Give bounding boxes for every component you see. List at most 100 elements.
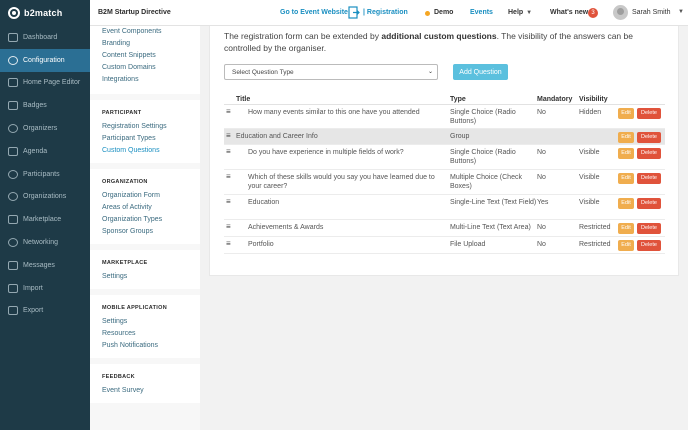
- badge-icon: [8, 101, 18, 111]
- column-header-visibility: Visibility: [579, 92, 618, 105]
- column-header-title: Title: [236, 92, 450, 105]
- table-row: ≡ Which of these skills would you say yo…: [224, 169, 665, 195]
- import-icon: [8, 283, 18, 293]
- sidebar-item-agenda[interactable]: Agenda: [0, 140, 90, 163]
- subnav-link-resources[interactable]: Resources: [102, 328, 200, 340]
- sidebar-item-label: Export: [23, 307, 44, 315]
- row-actions: Edit Delete: [618, 236, 665, 254]
- drag-handle-icon[interactable]: ≡: [224, 144, 236, 170]
- drag-handle-icon[interactable]: ≡: [224, 236, 236, 254]
- sidebar-item-label: Marketplace: [23, 216, 62, 224]
- participants-icon: [8, 169, 18, 179]
- question-title: Achievements & Awards: [236, 219, 450, 237]
- subnav-link-organization-types[interactable]: Organization Types: [102, 214, 200, 226]
- edit-button[interactable]: Edit: [618, 147, 634, 159]
- edit-button[interactable]: Edit: [618, 172, 634, 184]
- question-type: Single-Line Text (Text Field): [450, 194, 537, 220]
- events-link[interactable]: Events: [470, 9, 493, 16]
- configuration-icon: [8, 55, 18, 65]
- user-name[interactable]: Sarah Smith: [632, 9, 671, 16]
- sidebar-item-home-page-editor[interactable]: Home Page Editor: [0, 72, 90, 95]
- chevron-down-icon: ⌄: [427, 69, 433, 75]
- subnav-link-content-snippets[interactable]: Content Snippets: [102, 50, 200, 62]
- select-placeholder: Select Question Type: [232, 68, 294, 76]
- subnav-link-mobile-settings[interactable]: Settings: [102, 316, 200, 328]
- sidebar-item-participants[interactable]: Participants: [0, 163, 90, 186]
- add-question-button[interactable]: Add Question: [453, 64, 508, 80]
- sidebar-item-configuration[interactable]: Configuration: [0, 48, 90, 72]
- drag-handle-icon[interactable]: ≡: [224, 169, 236, 195]
- event-website-link[interactable]: Go to Event Website: [280, 9, 348, 16]
- sidebar-item-label: Messages: [23, 261, 55, 269]
- intro-prefix: The registration form can be extended by: [224, 31, 382, 41]
- sidebar-item-organizers[interactable]: Organizers: [0, 117, 90, 140]
- globe-icon: [8, 192, 18, 202]
- drag-handle-icon[interactable]: ≡: [224, 128, 236, 145]
- b2match-logo-icon: [8, 7, 20, 19]
- question-title: Do you have experience in multiple field…: [236, 144, 450, 170]
- delete-button[interactable]: Delete: [637, 172, 661, 184]
- delete-button[interactable]: Delete: [637, 147, 661, 159]
- edit-button[interactable]: Edit: [618, 239, 634, 251]
- sidebar-item-marketplace[interactable]: Marketplace: [0, 208, 90, 231]
- sidebar-item-organizations[interactable]: Organizations: [0, 186, 90, 209]
- question-type: Multiple Choice (Check Boxes): [450, 169, 537, 195]
- drag-handle-icon[interactable]: ≡: [224, 104, 236, 129]
- subnav-section-title: ORGANIZATION: [102, 179, 148, 185]
- logo[interactable]: b2match: [0, 0, 90, 26]
- row-actions: Edit Delete: [618, 169, 665, 195]
- subnav-section-title: MARKETPLACE: [102, 260, 148, 266]
- avatar[interactable]: [613, 5, 628, 20]
- sidebar-item-badges[interactable]: Badges: [0, 94, 90, 117]
- sidebar-item-messages[interactable]: Messages: [0, 254, 90, 277]
- delete-button[interactable]: Delete: [637, 222, 661, 234]
- subnav-link-event-components[interactable]: Event Components: [102, 26, 200, 38]
- subnav-link-areas-of-activity[interactable]: Areas of Activity: [102, 202, 200, 214]
- edit-button[interactable]: Edit: [618, 197, 634, 209]
- logo-text: b2match: [24, 8, 63, 18]
- question-mandatory: No: [537, 236, 579, 254]
- question-visibility: Restricted: [579, 236, 618, 254]
- edit-button[interactable]: Edit: [618, 131, 634, 143]
- edit-button[interactable]: Edit: [618, 222, 634, 234]
- delete-button[interactable]: Delete: [637, 131, 661, 143]
- subnav-link-custom-questions[interactable]: Custom Questions: [102, 145, 200, 157]
- question-mandatory: Yes: [537, 194, 579, 220]
- sidebar-item-networking[interactable]: Networking: [0, 231, 90, 254]
- subnav-link-marketplace-settings[interactable]: Settings: [102, 271, 200, 283]
- edit-button[interactable]: Edit: [618, 107, 634, 119]
- networking-icon: [8, 238, 18, 248]
- chevron-down-icon[interactable]: ▼: [678, 9, 684, 15]
- drag-handle-icon[interactable]: ≡: [224, 194, 236, 220]
- subnav-link-integrations[interactable]: Integrations: [102, 74, 200, 86]
- sidebar-item-dashboard[interactable]: Dashboard: [0, 26, 90, 49]
- delete-button[interactable]: Delete: [637, 107, 661, 119]
- subnav-section-title: FEEDBACK: [102, 374, 135, 380]
- sidebar-item-import[interactable]: Import: [0, 277, 90, 300]
- question-type-select[interactable]: Select Question Type ⌄: [224, 64, 438, 80]
- subnav-link-registration-settings[interactable]: Registration Settings: [102, 121, 200, 133]
- subnav-link-participant-types[interactable]: Participant Types: [102, 133, 200, 145]
- subnav-link-sponsor-groups[interactable]: Sponsor Groups: [102, 226, 200, 238]
- whats-new-link[interactable]: What's new: [550, 9, 588, 16]
- subnav-link-branding[interactable]: Branding: [102, 38, 200, 50]
- sidebar-item-label: Configuration: [23, 56, 65, 64]
- table-row: ≡ Portfolio File Upload No Restricted Ed…: [224, 236, 665, 254]
- delete-button[interactable]: Delete: [637, 239, 661, 251]
- registration-icon[interactable]: [348, 6, 360, 19]
- question-visibility: Visible: [579, 169, 618, 195]
- sidebar-item-export[interactable]: Export: [0, 300, 90, 323]
- intro-text: The registration form can be extended by…: [224, 30, 664, 54]
- subnav-section-title: MOBILE APPLICATION: [102, 305, 167, 311]
- subnav-link-organization-form[interactable]: Organization Form: [102, 190, 200, 202]
- demo-link[interactable]: Demo: [434, 9, 453, 16]
- subnav-link-custom-domains[interactable]: Custom Domains: [102, 62, 200, 74]
- drag-handle-icon[interactable]: ≡: [224, 219, 236, 237]
- column-header-mandatory: Mandatory: [537, 92, 579, 105]
- registration-link[interactable]: | Registration: [363, 9, 408, 16]
- delete-button[interactable]: Delete: [637, 197, 661, 209]
- subnav-link-event-survey[interactable]: Event Survey: [102, 385, 200, 397]
- help-menu[interactable]: Help ▼: [508, 9, 532, 16]
- subnav-link-push-notifications[interactable]: Push Notifications: [102, 340, 200, 352]
- organizers-icon: [8, 124, 18, 134]
